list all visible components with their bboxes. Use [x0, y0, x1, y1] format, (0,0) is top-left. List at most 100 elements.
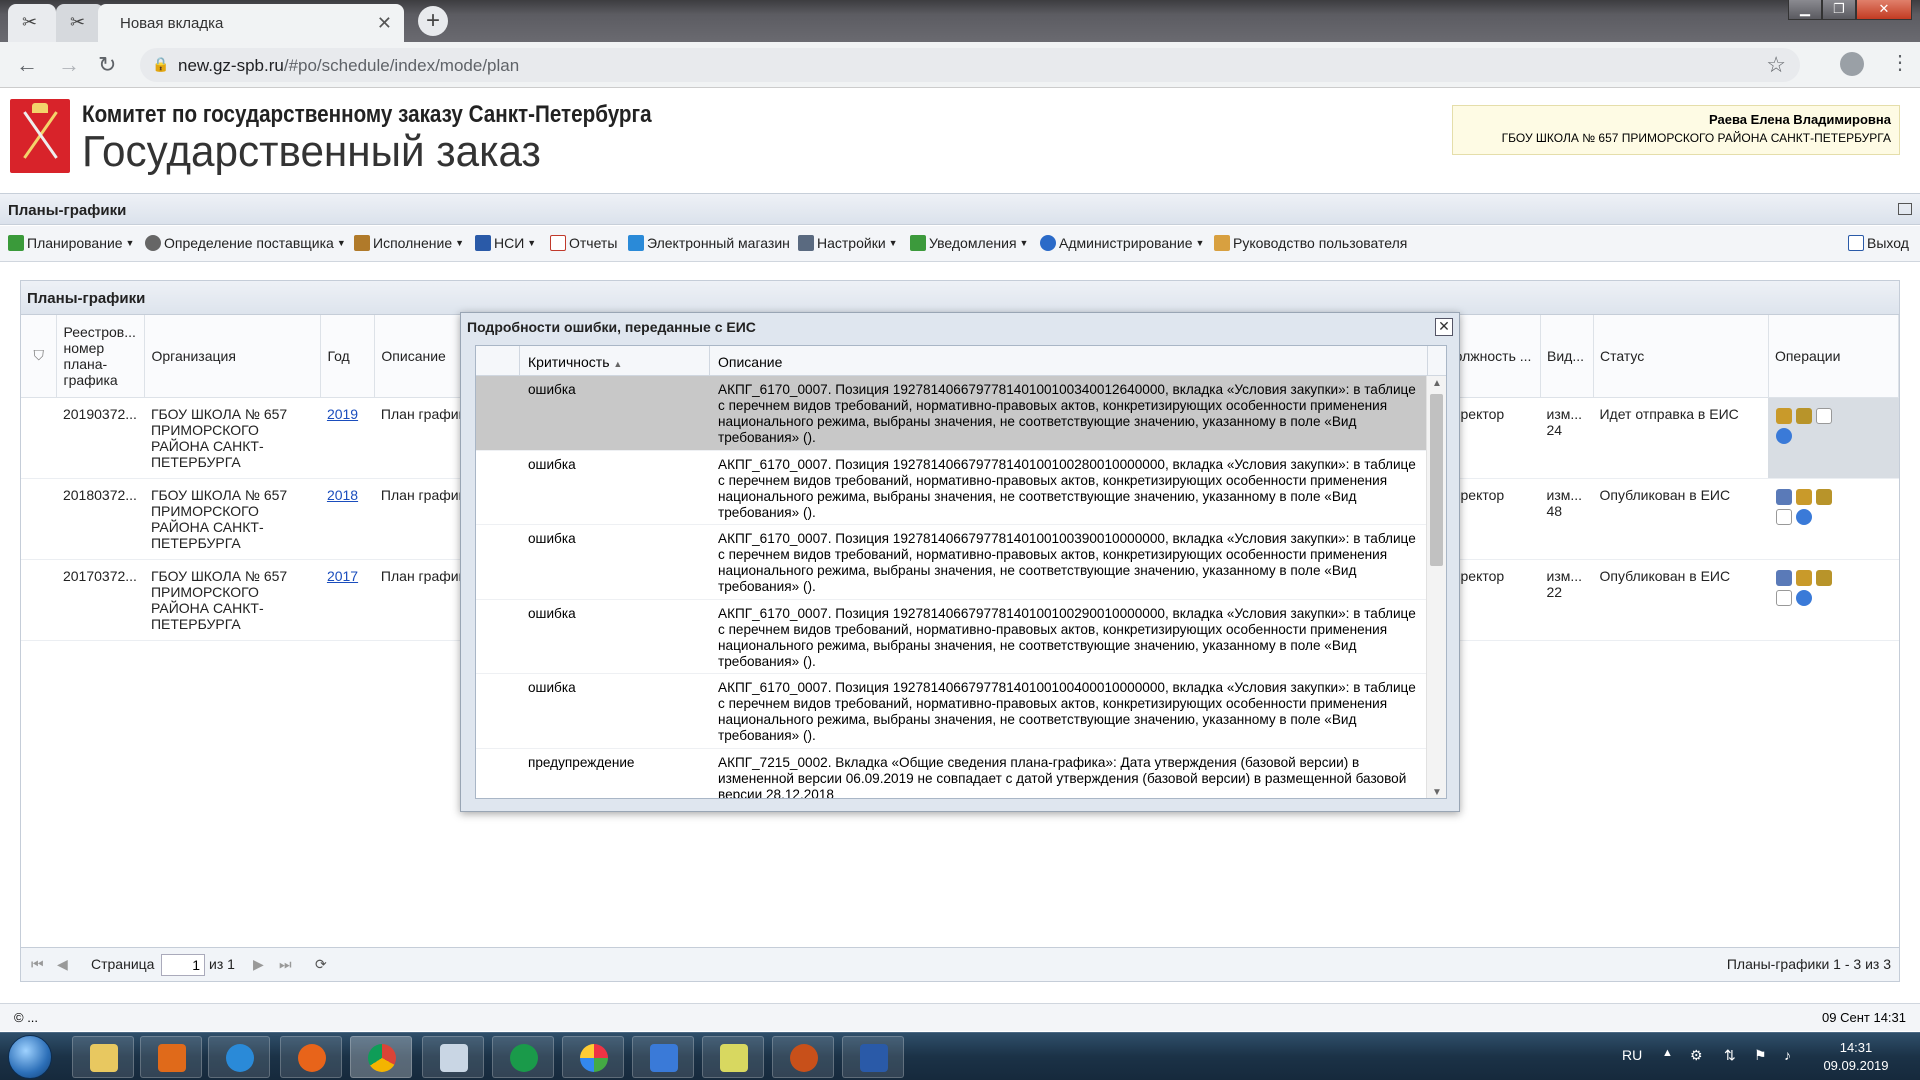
menu-item-e-shop[interactable]: Электронный магазин	[628, 235, 790, 251]
menu-item-nsi[interactable]: НСИ ▼	[475, 235, 536, 251]
column-header-reg-number[interactable]: Реестров... номер плана-графика	[56, 315, 146, 398]
pinned-tab-2[interactable]: ✂	[56, 4, 104, 42]
network-icon[interactable]: ⇅	[1724, 1047, 1736, 1064]
menu-item-planning[interactable]: Планирование ▼	[8, 235, 134, 251]
document-icon[interactable]	[1816, 407, 1833, 424]
browser-menu-icon[interactable]: ⋮	[1890, 50, 1910, 75]
error-row[interactable]: ошибка АКПГ_6170_0007. Позиция 192781406…	[476, 451, 1428, 525]
cell-reg-number: 20190372...	[56, 397, 145, 479]
tray-app-icon[interactable]: ⚙	[1690, 1047, 1703, 1064]
address-bar[interactable]: 🔒 new.gz-spb.ru/#po/schedule/index/mode/…	[140, 48, 1800, 82]
menu-item-execution[interactable]: Исполнение ▼	[354, 235, 464, 251]
column-header-year[interactable]: Год	[320, 315, 376, 398]
errors-scrollbar[interactable]: ▲ ▼	[1426, 376, 1446, 798]
column-header-error-description[interactable]: Описание	[710, 346, 1428, 376]
new-tab-button[interactable]: +	[418, 6, 448, 36]
error-row[interactable]: предупреждение АКПГ_7215_0002. Вкладка «…	[476, 749, 1428, 799]
tools-icon: ✂	[70, 12, 86, 32]
document-icon[interactable]	[1776, 589, 1793, 606]
taskbar-internet-explorer[interactable]	[208, 1036, 270, 1078]
taskbar-app-9[interactable]	[632, 1036, 694, 1078]
edit-pencil-icon[interactable]	[1776, 488, 1793, 505]
sign-icon[interactable]	[1816, 488, 1833, 505]
menu-item-reports[interactable]: Отчеты	[550, 235, 617, 251]
menu-item-settings[interactable]: Настройки ▼	[798, 235, 898, 251]
scrollbar-thumb[interactable]	[1430, 394, 1443, 566]
start-button[interactable]	[8, 1035, 52, 1079]
column-header-severity[interactable]: Критичность ▲	[520, 346, 710, 376]
page-number-input[interactable]	[161, 954, 205, 976]
info-icon[interactable]	[1796, 508, 1813, 525]
volume-icon[interactable]: ♪	[1784, 1047, 1791, 1063]
clock-time: 14:31	[1839, 1040, 1873, 1055]
taskbar-media-player[interactable]	[140, 1036, 202, 1078]
scroll-up-icon[interactable]: ▲	[1432, 378, 1442, 389]
menu-label: Отчеты	[569, 235, 618, 251]
dialog-close-icon[interactable]: ✕	[1435, 318, 1453, 336]
year-link[interactable]: 2019	[327, 406, 358, 422]
emblem-icon[interactable]	[1796, 569, 1813, 586]
planning-icon	[8, 235, 24, 251]
scroll-down-icon[interactable]: ▼	[1432, 787, 1442, 798]
error-details-dialog: Подробности ошибки, переданные с ЕИС ✕ К…	[460, 312, 1460, 812]
taskbar-app-10[interactable]	[702, 1036, 764, 1078]
document-icon[interactable]	[1776, 508, 1793, 525]
menu-item-notifications[interactable]: Уведомления ▼	[910, 235, 1028, 251]
taskbar-chrome[interactable]	[350, 1036, 412, 1078]
menu-item-user-manual[interactable]: Руководство пользователя	[1214, 235, 1407, 251]
edit-pencil-icon[interactable]	[1776, 569, 1793, 586]
maximize-button[interactable]: ❐	[1822, 0, 1856, 20]
close-window-button[interactable]: ✕	[1856, 0, 1912, 20]
taskbar-calculator[interactable]	[422, 1036, 484, 1078]
taskbar-word[interactable]	[842, 1036, 904, 1078]
manual-icon	[1214, 235, 1230, 251]
back-arrow-icon[interactable]: ←	[16, 52, 38, 78]
error-row[interactable]: ошибка АКПГ_6170_0007. Позиция 192781406…	[476, 674, 1428, 749]
collapse-panel-icon[interactable]	[1898, 203, 1912, 215]
bookmark-star-icon[interactable]: ☆	[1766, 52, 1786, 78]
taskbar-app-8[interactable]	[562, 1036, 624, 1078]
tab-new-tab[interactable]: Новая вкладка ✕	[98, 4, 404, 42]
filter-column[interactable]: ⛉	[21, 315, 58, 398]
first-page-icon[interactable]: ⏮	[31, 956, 44, 973]
info-icon[interactable]	[1796, 589, 1813, 606]
forward-arrow-icon[interactable]: →	[58, 52, 80, 78]
error-row[interactable]: ошибка АКПГ_6170_0007. Позиция 192781406…	[476, 525, 1428, 600]
column-header-operations: Операции	[1768, 315, 1900, 398]
error-row[interactable]: ошибка АКПГ_6170_0007. Позиция 192781406…	[476, 376, 1428, 451]
emblem-icon[interactable]	[1776, 407, 1793, 424]
taskbar-explorer[interactable]	[72, 1036, 134, 1078]
sign-icon[interactable]	[1816, 569, 1833, 586]
browser-tab-bar: ✂ ✂ Новая вкладка ✕ + ▁ ❐ ✕	[0, 0, 1920, 42]
last-page-icon[interactable]: ⏭	[279, 956, 292, 973]
refresh-icon[interactable]: ⟳	[315, 956, 327, 973]
profile-avatar[interactable]	[1840, 52, 1864, 76]
tab-close-icon[interactable]: ✕	[377, 13, 392, 34]
emblem-icon[interactable]	[1796, 488, 1813, 505]
panel-title: Планы-графики	[8, 202, 127, 219]
minimize-button[interactable]: ▁	[1788, 0, 1822, 20]
taskbar-app-11[interactable]	[772, 1036, 834, 1078]
taskbar-clock[interactable]: 14:31 09.09.2019	[1808, 1039, 1904, 1075]
reload-icon[interactable]: ↻	[98, 52, 116, 78]
tray-expand-icon[interactable]: ▲	[1662, 1047, 1673, 1059]
error-row[interactable]: ошибка АКПГ_6170_0007. Позиция 192781406…	[476, 600, 1428, 674]
language-indicator[interactable]: RU	[1622, 1047, 1642, 1063]
action-center-icon[interactable]: ⚑	[1754, 1047, 1767, 1064]
menu-item-supplier[interactable]: Определение поставщика ▼	[145, 235, 346, 251]
year-link[interactable]: 2017	[327, 568, 358, 584]
menu-item-administration[interactable]: Администрирование ▼	[1040, 235, 1204, 251]
column-header-kind[interactable]: Вид...	[1540, 315, 1594, 398]
taskbar-firefox[interactable]	[280, 1036, 342, 1078]
logout-button[interactable]: Выход	[1848, 235, 1909, 251]
prev-page-icon[interactable]: ◀	[57, 956, 68, 973]
pinned-tab-1[interactable]: ✂	[8, 4, 56, 42]
taskbar-mail-agent[interactable]	[492, 1036, 554, 1078]
year-link[interactable]: 2018	[327, 487, 358, 503]
sign-icon[interactable]	[1796, 407, 1813, 424]
next-page-icon[interactable]: ▶	[253, 956, 264, 973]
info-icon[interactable]	[1776, 427, 1793, 444]
column-header-status[interactable]: Статус	[1593, 315, 1769, 398]
errors-list: ошибка АКПГ_6170_0007. Позиция 192781406…	[476, 376, 1428, 799]
column-header-organization[interactable]: Организация	[144, 315, 322, 398]
